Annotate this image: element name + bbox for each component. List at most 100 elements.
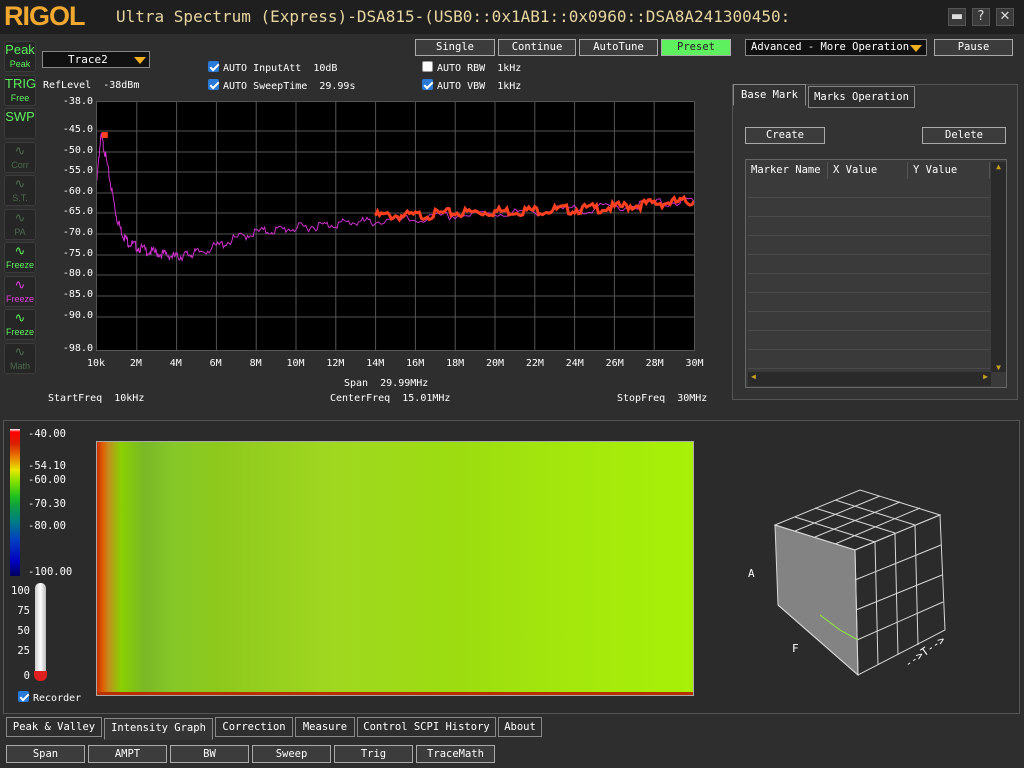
vertical-scrollbar[interactable]: ▲ ▼ (991, 162, 1006, 372)
side-2-icon: SWP (5, 109, 35, 124)
continue-button[interactable]: Continue (498, 39, 576, 56)
bottom-button-4[interactable]: Trig (334, 745, 413, 763)
inputatt-setting[interactable]: AUTO InputAtt 10dB (208, 61, 337, 74)
table-row (748, 294, 990, 312)
peak-marker[interactable] (101, 132, 108, 139)
create-button[interactable]: Create (745, 127, 825, 144)
minimize-icon[interactable]: ▬ (948, 8, 966, 26)
startfreq-readout: StartFreq 10kHz (48, 393, 145, 404)
x-tick-label: 26M (605, 358, 624, 369)
side-3-label: Corr (11, 159, 29, 170)
y-tick-label: -60.0 (62, 186, 93, 197)
bottom-button-1[interactable]: AMPT (88, 745, 167, 763)
colorbar-label: -54.10 (28, 460, 66, 472)
recorder-checkbox-row[interactable]: Recorder (18, 691, 81, 704)
side-button-6[interactable]: ∿ Freeze (4, 242, 36, 273)
tab-marks-operation[interactable]: Marks Operation (808, 86, 915, 108)
autotune-button[interactable]: AutoTune (579, 39, 658, 56)
side-1-icon: TRIG (5, 75, 37, 91)
table-row (748, 332, 990, 350)
y-tick-label: -38.0 (62, 96, 93, 107)
horizontal-scrollbar[interactable]: ◀ ▶ (748, 372, 991, 386)
side-button-7[interactable]: ∿ Freeze (4, 275, 36, 307)
3d-intensity-view[interactable]: A F -->T--> (740, 450, 980, 690)
side-button-4[interactable]: ∿ S.T. (4, 175, 36, 206)
advanced-select[interactable]: Advanced - More Operation (745, 39, 927, 56)
close-icon[interactable]: ✕ (996, 8, 1014, 26)
table-row (748, 256, 990, 274)
colorbar-label: -60.00 (28, 474, 66, 486)
side-button-5[interactable]: ∿ PA (4, 208, 36, 240)
bottom-tab-0[interactable]: Peak & Valley (6, 717, 102, 737)
persistence-slider[interactable] (35, 583, 46, 678)
vbw-checkbox[interactable] (422, 79, 433, 90)
table-row (748, 237, 990, 255)
y-tick-label: -80.0 (62, 268, 93, 279)
chevron-down-icon (910, 45, 922, 52)
table-row (748, 218, 990, 236)
y-tick-label: -75.0 (62, 248, 93, 259)
x-tick-label: 10M (286, 358, 305, 369)
side-button-9[interactable]: ∿ Math (4, 342, 36, 374)
y-tick-label: -70.0 (62, 227, 93, 238)
help-icon[interactable]: ? (972, 8, 990, 26)
vbw-setting[interactable]: AUTO VBW 1kHz (422, 79, 521, 92)
bottom-tab-4[interactable]: Control SCPI History (357, 717, 496, 737)
x-tick-label: 6M (209, 358, 222, 369)
x-tick-label: 16M (406, 358, 425, 369)
bottom-button-5[interactable]: TraceMath (416, 745, 495, 763)
rbw-setting[interactable]: AUTO RBW 1kHz (422, 61, 521, 74)
slider-label: 0 (23, 670, 30, 682)
side-button-2[interactable]: SWP (4, 108, 36, 139)
side-button-1[interactable]: TRIG Free (4, 74, 37, 106)
side-button-0[interactable]: Peak Peak (4, 41, 36, 72)
bottom-tab-2[interactable]: Correction (215, 717, 293, 737)
side-9-label: Math (9, 360, 30, 371)
side-0-icon: Peak (5, 42, 35, 57)
table-row (748, 180, 990, 198)
scroll-left-icon[interactable]: ◀ (751, 372, 756, 381)
tab-base-mark[interactable]: Base Mark (733, 84, 806, 106)
axis-a-label: A (748, 567, 755, 580)
single-button[interactable]: Single (415, 39, 495, 56)
recorder-checkbox[interactable] (18, 691, 29, 702)
bottom-button-2[interactable]: BW (170, 745, 249, 763)
side-8-label: Freeze (5, 327, 34, 337)
bottom-button-3[interactable]: Sweep (252, 745, 331, 763)
y-tick-label: -50.0 (62, 145, 93, 156)
x-tick-label: 18M (446, 358, 465, 369)
bottom-tab-5[interactable]: About (498, 717, 542, 737)
scroll-up-icon[interactable]: ▲ (991, 162, 1006, 171)
preset-button[interactable]: Preset (661, 39, 731, 56)
sweeptime-setting[interactable]: AUTO SweepTime 29.99s (208, 79, 355, 92)
trace-select[interactable]: Trace2 (42, 51, 150, 68)
table-row (748, 313, 990, 331)
x-tick-label: 10k (86, 358, 106, 369)
side-button-8[interactable]: ∿ Freeze (4, 309, 36, 340)
side-button-3[interactable]: ∿ Corr (4, 141, 36, 173)
bottom-tab-3[interactable]: Measure (295, 717, 355, 737)
span-readout: Span 29.99MHz (344, 378, 429, 389)
pause-button[interactable]: Pause (934, 39, 1013, 56)
col-y-value[interactable]: Y Value (908, 162, 990, 179)
sweeptime-checkbox[interactable] (208, 79, 219, 90)
inputatt-checkbox[interactable] (208, 61, 219, 72)
spectrum-plot[interactable] (96, 101, 695, 351)
bottom-button-0[interactable]: Span (6, 745, 85, 763)
rbw-checkbox[interactable] (422, 61, 433, 72)
stopfreq-readout: StopFreq 30MHz (617, 393, 708, 404)
bottom-tab-1[interactable]: Intensity Graph (104, 718, 213, 740)
side-0-label: Peak (9, 59, 31, 69)
reflevel-label: RefLevel -38dBm (43, 80, 140, 91)
scroll-right-icon[interactable]: ▶ (983, 372, 988, 381)
chevron-down-icon (134, 57, 146, 64)
marker-table[interactable]: Marker Name X Value Y Value ▲ ▼ ◀ ▶ (745, 159, 1007, 388)
col-x-value[interactable]: X Value (828, 162, 908, 179)
col-marker-name[interactable]: Marker Name (746, 162, 828, 179)
colorbar-label: -80.00 (28, 520, 66, 532)
delete-button[interactable]: Delete (922, 127, 1006, 144)
waterfall-display[interactable] (96, 441, 694, 696)
scroll-down-icon[interactable]: ▼ (991, 363, 1006, 372)
side-6-icon: ∿ (14, 243, 26, 258)
side-9-icon: ∿ (14, 343, 26, 359)
